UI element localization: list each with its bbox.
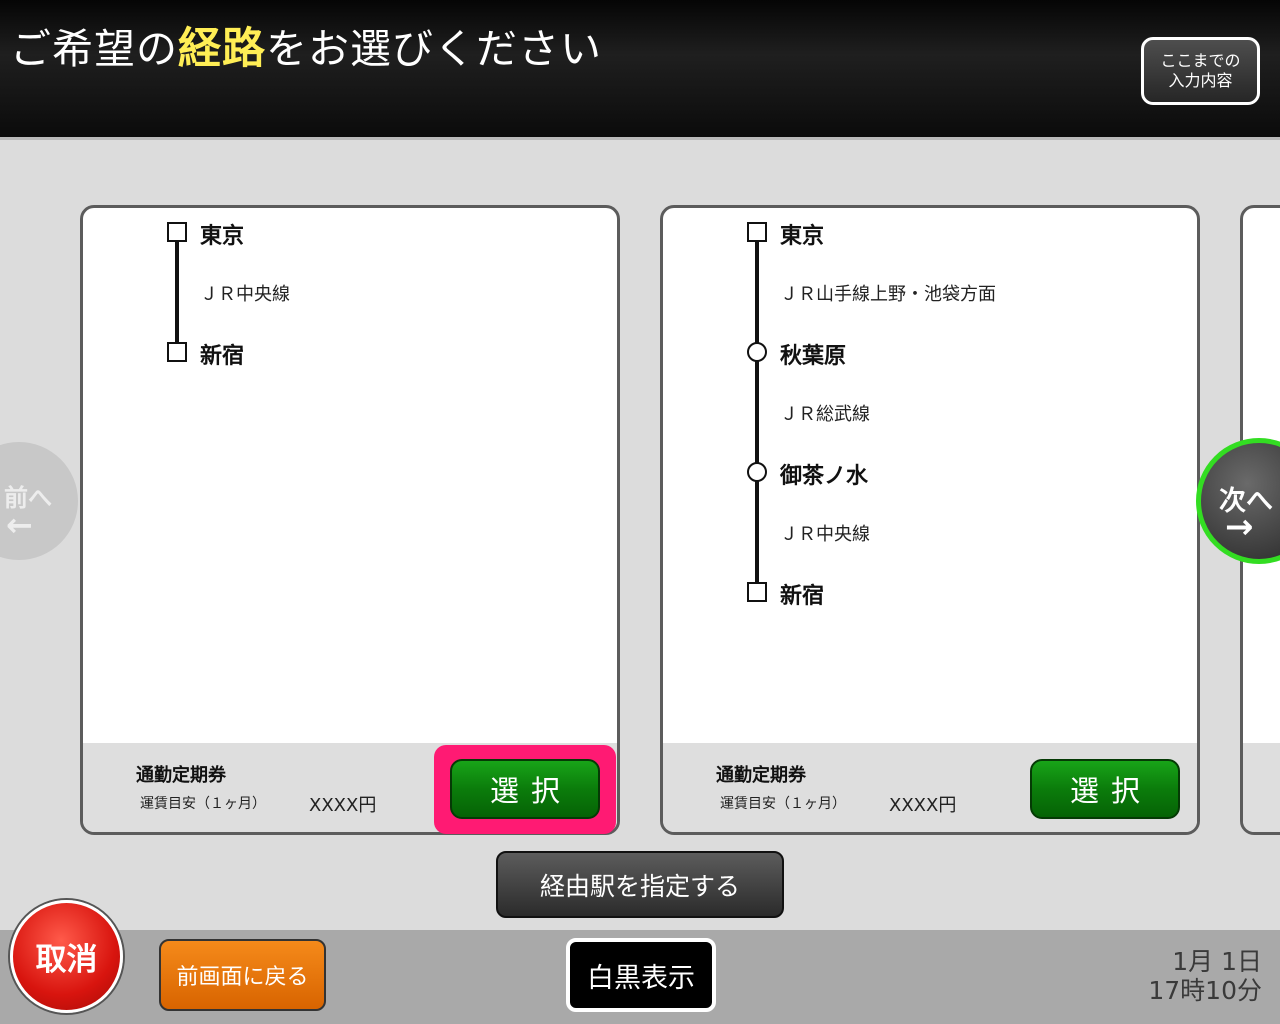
pass-type: 通勤定期券 [716,765,806,786]
select-button-route-2[interactable]: 選択 [1030,759,1180,819]
summary-line-1: ここまでの [1160,51,1241,70]
time-text: 17時10分 [1148,976,1262,1005]
transfer-station-marker [747,462,767,482]
station-name: 東京 [200,224,245,249]
station-name: 新宿 [200,344,245,369]
destination-station-marker [167,342,187,362]
specify-via-station-button[interactable]: 経由駅を指定する [496,851,784,918]
line-name: ＪＲ総武線 [780,404,870,425]
origin-station-marker [747,222,767,242]
station-name: 秋葉原 [780,344,847,369]
line-name: ＪＲ中央線 [200,284,290,305]
fare-value: XXXX円 [309,795,377,816]
origin-station-marker [167,222,187,242]
destination-station-marker [747,582,767,602]
line-name: ＪＲ山手線上野・池袋方面 [780,284,996,305]
route-card-footer [1243,743,1280,832]
next-button[interactable]: 次へ → [1196,438,1280,564]
date-time: 1月 1日 17時10分 [1148,947,1262,1005]
select-button-route-1[interactable]: 選択 [450,759,600,819]
route-line [175,232,179,352]
summary-line-2: 入力内容 [1168,71,1233,90]
cancel-button[interactable]: 取消 [10,900,123,1013]
station-name: 御茶ノ水 [780,464,869,489]
header-bar: ご希望の経路をお選びください ここまでの 入力内容 [0,0,1280,140]
title-pre: ご希望の [10,25,178,73]
title-highlight: 経路 [178,24,266,74]
fare-value: XXXX円 [889,795,957,816]
title-post: をお選びください [266,25,602,73]
route-line [755,232,759,592]
input-summary-button[interactable]: ここまでの 入力内容 [1141,37,1260,105]
transfer-station-marker [747,342,767,362]
line-name: ＪＲ中央線 [780,524,870,545]
monochrome-display-button[interactable]: 白黒表示 [566,938,716,1012]
arrow-left-icon: ← [6,506,33,544]
pass-type: 通勤定期券 [136,765,226,786]
route-card-1: 東京 ＪＲ中央線 新宿 通勤定期券 運賃目安（１ヶ月） XXXX円 [80,205,620,835]
page-title: ご希望の経路をお選びください [10,14,602,76]
prev-button[interactable]: 前へ ← [0,442,78,560]
arrow-right-icon: → [1225,507,1254,547]
route-card-2: 東京 ＪＲ山手線上野・池袋方面 秋葉原 ＪＲ総武線 御茶ノ水 ＪＲ中央線 新宿 … [660,205,1200,835]
date-text: 1月 1日 [1172,947,1262,976]
fare-label: 運賃目安（１ヶ月） [720,796,846,812]
station-name: 新宿 [780,584,825,609]
back-to-previous-button[interactable]: 前画面に戻る [159,939,326,1011]
fare-label: 運賃目安（１ヶ月） [140,796,266,812]
station-name: 東京 [780,224,825,249]
